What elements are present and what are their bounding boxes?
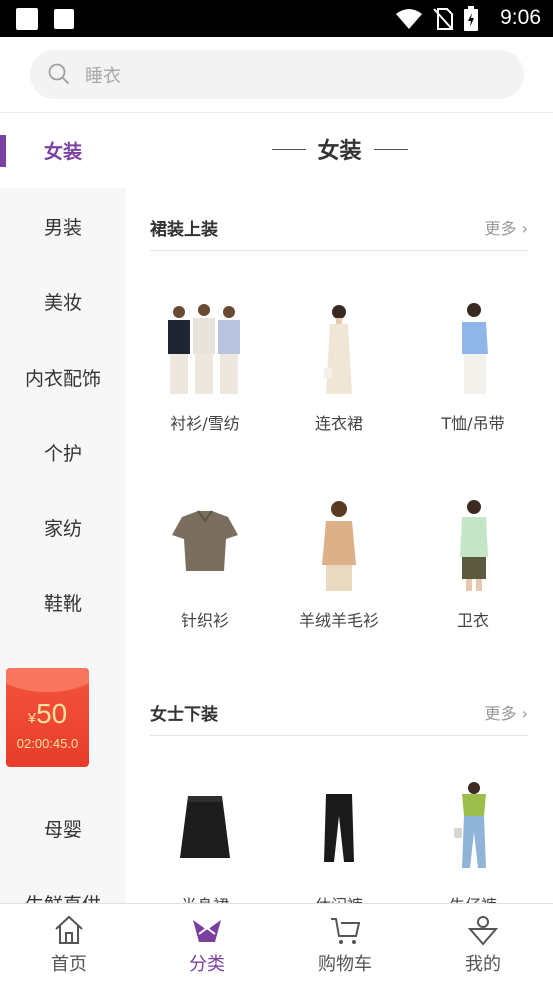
sidebar-item-label: 生鲜直供 [25,890,101,903]
search-icon [48,63,69,84]
sidebar-item-men[interactable]: 男装 [0,189,126,264]
product-label: T恤/吊带 [441,414,505,433]
red-packet-countdown: 02:00:45.0 [16,736,79,751]
product-image [428,780,518,880]
product-image [160,298,250,398]
battery-icon [464,6,478,31]
search-bar: 睡衣 [0,37,553,113]
product-image [294,298,384,398]
notification-icon [54,9,74,29]
product-label: 牛仔裤 [413,892,533,903]
product-image [428,298,518,398]
sidebar-item-label: 女装 [43,141,82,163]
tab-cart[interactable]: 购物车 [276,904,414,984]
product-label: 针织衫 [180,611,229,630]
product-tshirts-camis[interactable]: T恤/吊带 [413,298,533,434]
tab-label: 首页 [51,954,87,975]
tab-category[interactable]: 分类 [138,904,276,984]
cart-icon [331,918,361,944]
sidebar-item-personal-care[interactable]: 个护 [0,415,126,490]
chevron-right-icon: › [521,704,528,723]
product-label: 卫衣 [456,611,489,630]
product-label: 衬衫/雪纺 [170,414,240,433]
sidebar-item-beauty[interactable]: 美妆 [0,264,126,339]
product-skirts[interactable]: 半身裙 [145,780,265,903]
tab-label: 购物车 [318,954,372,975]
tab-label: 分类 [189,954,225,975]
sidebar-item-label: 家纺 [43,518,82,540]
red-packet-currency: ¥ [27,710,37,727]
sidebar-item-label: 个护 [43,443,82,465]
tab-label: 我的 [465,954,501,975]
chevron-right-icon: › [521,219,528,238]
more-link[interactable]: 更多 › [484,700,528,724]
product-image [294,495,384,595]
product-image [160,780,250,880]
sidebar-item-label: 美妆 [43,292,82,314]
search-input[interactable]: 睡衣 [30,50,524,99]
product-knitwear[interactable]: 针织衫 [145,495,265,631]
sidebar-item-mother-baby[interactable]: 母婴 [0,791,126,866]
product-label: 半身裙 [145,892,265,903]
sidebar-item-label: 鞋靴 [43,593,82,615]
sidebar-item-women[interactable]: 女装 [0,113,126,188]
status-time: 9:06 [500,6,541,29]
product-image [160,495,250,595]
home-icon [55,915,83,944]
sidebar-item-shoes[interactable]: 鞋靴 [0,565,126,640]
tab-home[interactable]: 首页 [0,904,138,984]
product-label: 连衣裙 [314,414,363,433]
sidebar-item-underwear-accessories[interactable]: 内衣配饰 [0,340,126,415]
product-casual-pants[interactable]: 休闲裤 [279,780,399,903]
sidebar-item-label: 内衣配饰 [24,368,101,390]
more-link[interactable]: 更多 › [484,215,528,239]
bottom-tab-bar: 首页 分类 购物车 我的 [0,903,553,983]
category-content: 女装 裙装上装 更多 › 衬衫/雪纺 连衣裙 T恤/吊带 针织衫 羊绒羊毛衫 卫… [126,113,553,903]
category-icon [193,920,221,942]
page-title: 女装 [317,139,362,164]
sidebar-item-label: 母婴 [43,819,82,841]
product-image [428,495,518,595]
sidebar-item-home-textile[interactable]: 家纺 [0,490,126,565]
product-shirts-chiffon[interactable]: 衬衫/雪纺 [145,298,265,434]
notification-icon [16,8,38,30]
product-jeans[interactable]: 牛仔裤 [413,780,533,903]
category-sidebar: 女装 男装 美妆 内衣配饰 个护 家纺 鞋靴 ¥50 02:00:45.0 母婴… [0,113,126,903]
product-sweatshirts[interactable]: 卫衣 [413,495,533,631]
section-title: 裙装上装 [150,220,218,240]
sidebar-item-label: 男装 [43,217,82,239]
product-image [294,780,384,880]
tab-profile[interactable]: 我的 [414,904,552,984]
red-packet-amount: 50 [36,698,68,729]
section-header: 女士下装 更多 › [150,686,528,736]
wifi-icon [396,9,422,29]
profile-icon [467,916,499,946]
product-dresses[interactable]: 连衣裙 [279,298,399,434]
search-placeholder: 睡衣 [85,66,121,87]
status-bar: 9:06 [0,0,553,37]
section-header: 裙装上装 更多 › [150,201,528,251]
red-packet-coupon[interactable]: ¥50 02:00:45.0 [6,668,89,767]
sidebar-item-fresh-food[interactable]: 生鲜直供 [0,866,126,903]
product-label: 羊绒羊毛衫 [298,611,379,630]
product-cashmere-wool[interactable]: 羊绒羊毛衫 [279,495,399,631]
product-label: 休闲裤 [279,892,399,903]
section-title: 女士下装 [150,705,218,725]
no-sim-icon [433,8,453,30]
